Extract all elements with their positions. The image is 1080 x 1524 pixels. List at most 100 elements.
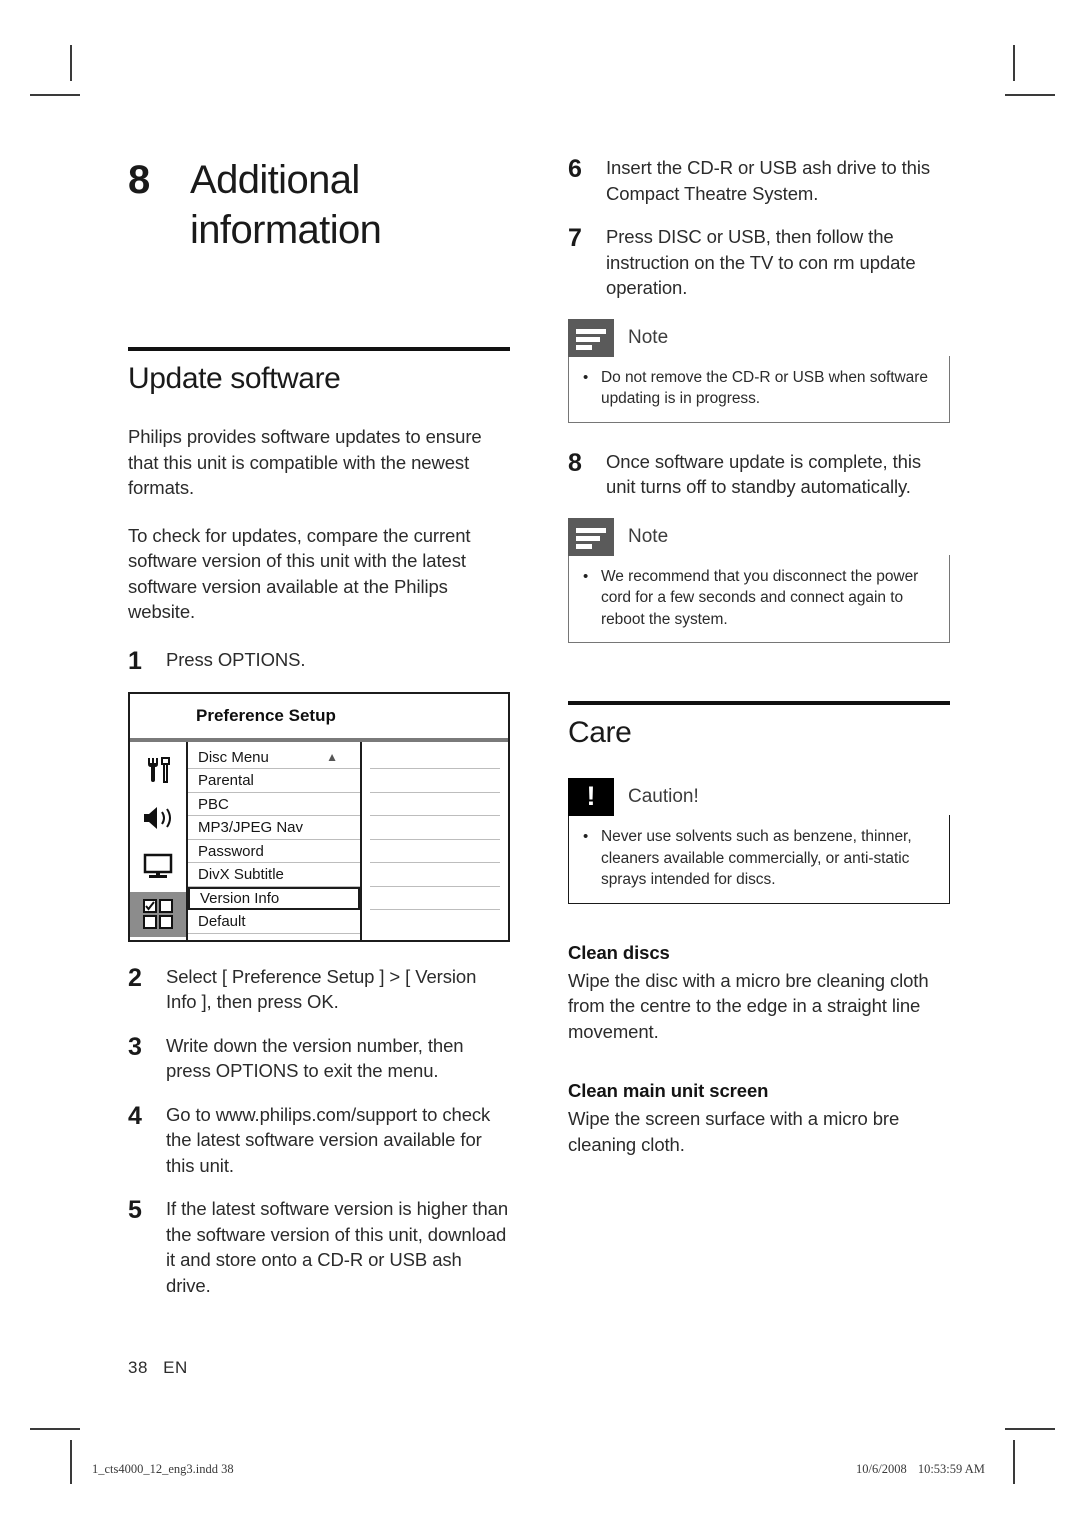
note-callout-body: • We recommend that you disconnect the p… — [568, 554, 950, 643]
osd-menu-title: Preference Setup — [130, 694, 508, 742]
chapter-number: 8 — [128, 158, 150, 202]
osd-row-label: Disc Menu — [198, 748, 269, 766]
chapter-title-block: 8 Additional information — [128, 155, 510, 255]
osd-row-pbc[interactable]: PBC — [188, 793, 360, 816]
step-1: 1 Press OPTIONS. — [128, 647, 510, 674]
step-text: Press DISC or USB, then follow the instr… — [606, 226, 916, 298]
osd-row-mp3-jpeg-nav[interactable]: MP3/JPEG Nav — [188, 816, 360, 840]
print-footer-time: 10:53:59 AM — [917, 1462, 985, 1476]
step-5: 5 If the latest software version is high… — [128, 1196, 510, 1298]
bullet-item: • We recommend that you disconnect the p… — [583, 566, 935, 631]
caution-icon: ! — [568, 778, 614, 816]
note-label: Note — [628, 326, 669, 348]
tools-icon[interactable] — [130, 748, 186, 793]
crop-mark-top-left-vertical — [70, 45, 72, 81]
osd-row-label: MP3/JPEG Nav — [198, 819, 304, 836]
clean-discs-block: Clean discs Wipe the disc with a micro b… — [568, 940, 950, 1045]
step-2: 2 Select [ Preference Setup ] > [ Versio… — [128, 964, 510, 1015]
bullet-text: Never use solvents such as benzene, thin… — [601, 828, 912, 888]
exclamation-glyph: ! — [586, 781, 596, 811]
osd-value-row — [370, 769, 500, 793]
preference-grid-icon[interactable] — [130, 891, 186, 937]
step-6: 6 Insert the CD-R or USB ash drive to th… — [568, 155, 950, 206]
step-text: Once software update is complete, this u… — [606, 450, 921, 498]
note-icon — [568, 318, 614, 357]
section-heading-text: Care — [568, 716, 632, 749]
step-number: 1 — [128, 646, 142, 675]
crop-mark-bottom-left-horizontal — [30, 1428, 80, 1430]
osd-row-label: Password — [198, 842, 264, 860]
osd-row-disc-menu[interactable]: Disc Menu ▲ — [188, 746, 360, 769]
clean-main-unit-screen-block: Clean main unit screen Wipe the screen s… — [568, 1078, 950, 1157]
preference-setup-menu-screenshot: Preference Setup Disc Menu ▲ Parental PB… — [128, 691, 510, 942]
right-column: 6 Insert the CD-R or USB ash drive to th… — [568, 155, 950, 1191]
osd-row-label: Version Info — [200, 889, 280, 907]
step-text: Press OPTIONS. — [166, 648, 306, 670]
left-column: 8 Additional information Update software… — [128, 155, 510, 1316]
caution-callout-header: ! Caution! — [568, 778, 950, 816]
osd-row-divx-subtitle[interactable]: DivX Subtitle — [188, 863, 360, 887]
osd-value-row — [370, 840, 500, 863]
osd-row-version-info[interactable]: Version Info — [188, 886, 360, 910]
osd-menu-body: Disc Menu ▲ Parental PBC MP3/JPEG Nav Pa… — [130, 741, 508, 940]
osd-row-label: PBC — [198, 795, 229, 813]
osd-row-password[interactable]: Password — [188, 840, 360, 863]
clean-discs-heading: Clean discs — [568, 941, 670, 963]
osd-value-row — [370, 746, 500, 769]
note-callout-header: Note — [568, 318, 950, 357]
caution-label: Caution! — [628, 786, 699, 807]
step-text: Select [ Preference Setup ] > [ Version … — [166, 965, 477, 1013]
crop-mark-top-right-horizontal — [1005, 94, 1055, 96]
osd-row-label: DivX Subtitle — [198, 866, 284, 883]
crop-mark-top-left-horizontal — [30, 94, 80, 96]
print-footer-date: 10/6/2008 — [856, 1462, 907, 1476]
step-text: Go to www.philips.com/support to check t… — [166, 1103, 491, 1176]
bullet-text: Do not remove the CD-R or USB when softw… — [601, 368, 928, 408]
chevron-up-icon: ▲ — [326, 749, 338, 764]
clean-screen-body: Wipe the screen surface with a micro bre… — [568, 1108, 900, 1155]
osd-value-row — [370, 887, 500, 910]
step-number: 5 — [128, 1196, 142, 1224]
note-callout-body: • Do not remove the CD-R or USB when sof… — [568, 355, 950, 423]
step-8: 8 Once software update is complete, this… — [568, 449, 950, 500]
speaker-icon[interactable] — [130, 796, 186, 841]
osd-value-row — [370, 863, 500, 887]
note-callout-2: Note • We recommend that you disconnect … — [568, 517, 950, 643]
bullet-item: • Do not remove the CD-R or USB when sof… — [583, 367, 935, 410]
osd-value-row — [370, 793, 500, 816]
bullet-dot-icon: • — [583, 828, 589, 845]
bullet-item: • Never use solvents such as benzene, th… — [583, 826, 935, 891]
step-number: 4 — [128, 1101, 142, 1130]
step-number: 2 — [128, 963, 142, 992]
step-text: Write down the version number, then pres… — [166, 1034, 464, 1082]
caution-callout: ! Caution! • Never use solvents such as … — [568, 778, 950, 904]
page-language-code: EN — [163, 1358, 188, 1377]
clean-discs-body: Wipe the disc with a micro bre cleaning … — [568, 969, 929, 1042]
osd-row-label: Default — [198, 913, 246, 930]
caution-callout-body: • Never use solvents such as benzene, th… — [568, 815, 950, 904]
step-text: If the latest software version is higher… — [166, 1198, 509, 1296]
osd-value-pane — [362, 742, 508, 940]
intro-paragraph-2: To check for updates, compare the curren… — [128, 524, 471, 623]
step-4: 4 Go to www.philips.com/support to check… — [128, 1102, 510, 1179]
osd-row-label: Parental — [198, 772, 254, 789]
step-number: 3 — [128, 1032, 142, 1061]
note-label: Note — [628, 525, 669, 547]
note-callout-1: Note • Do not remove the CD-R or USB whe… — [568, 318, 950, 423]
section-heading-care: Care — [568, 701, 950, 752]
print-footer-filename: 1_cts4000_12_eng3.indd 38 — [92, 1462, 234, 1476]
crop-mark-bottom-right-horizontal — [1005, 1428, 1055, 1430]
section-heading-text: Update software — [128, 362, 341, 395]
step-number: 7 — [568, 224, 582, 252]
step-3: 3 Write down the version number, then pr… — [128, 1033, 510, 1084]
osd-row-parental[interactable]: Parental — [188, 769, 360, 793]
step-7: 7 Press DISC or USB, then follow the ins… — [568, 224, 950, 301]
tv-icon[interactable] — [130, 844, 186, 889]
note-callout-header: Note — [568, 517, 950, 556]
section-heading-update-software: Update software — [128, 347, 510, 398]
crop-mark-bottom-right-vertical — [1013, 1440, 1015, 1484]
osd-option-list: Disc Menu ▲ Parental PBC MP3/JPEG Nav Pa… — [188, 741, 362, 940]
osd-row-default[interactable]: Default — [188, 910, 360, 934]
print-footer-timestamp: 10/6/2008 10:53:59 AM — [856, 1462, 985, 1477]
osd-icon-rail — [130, 741, 188, 940]
